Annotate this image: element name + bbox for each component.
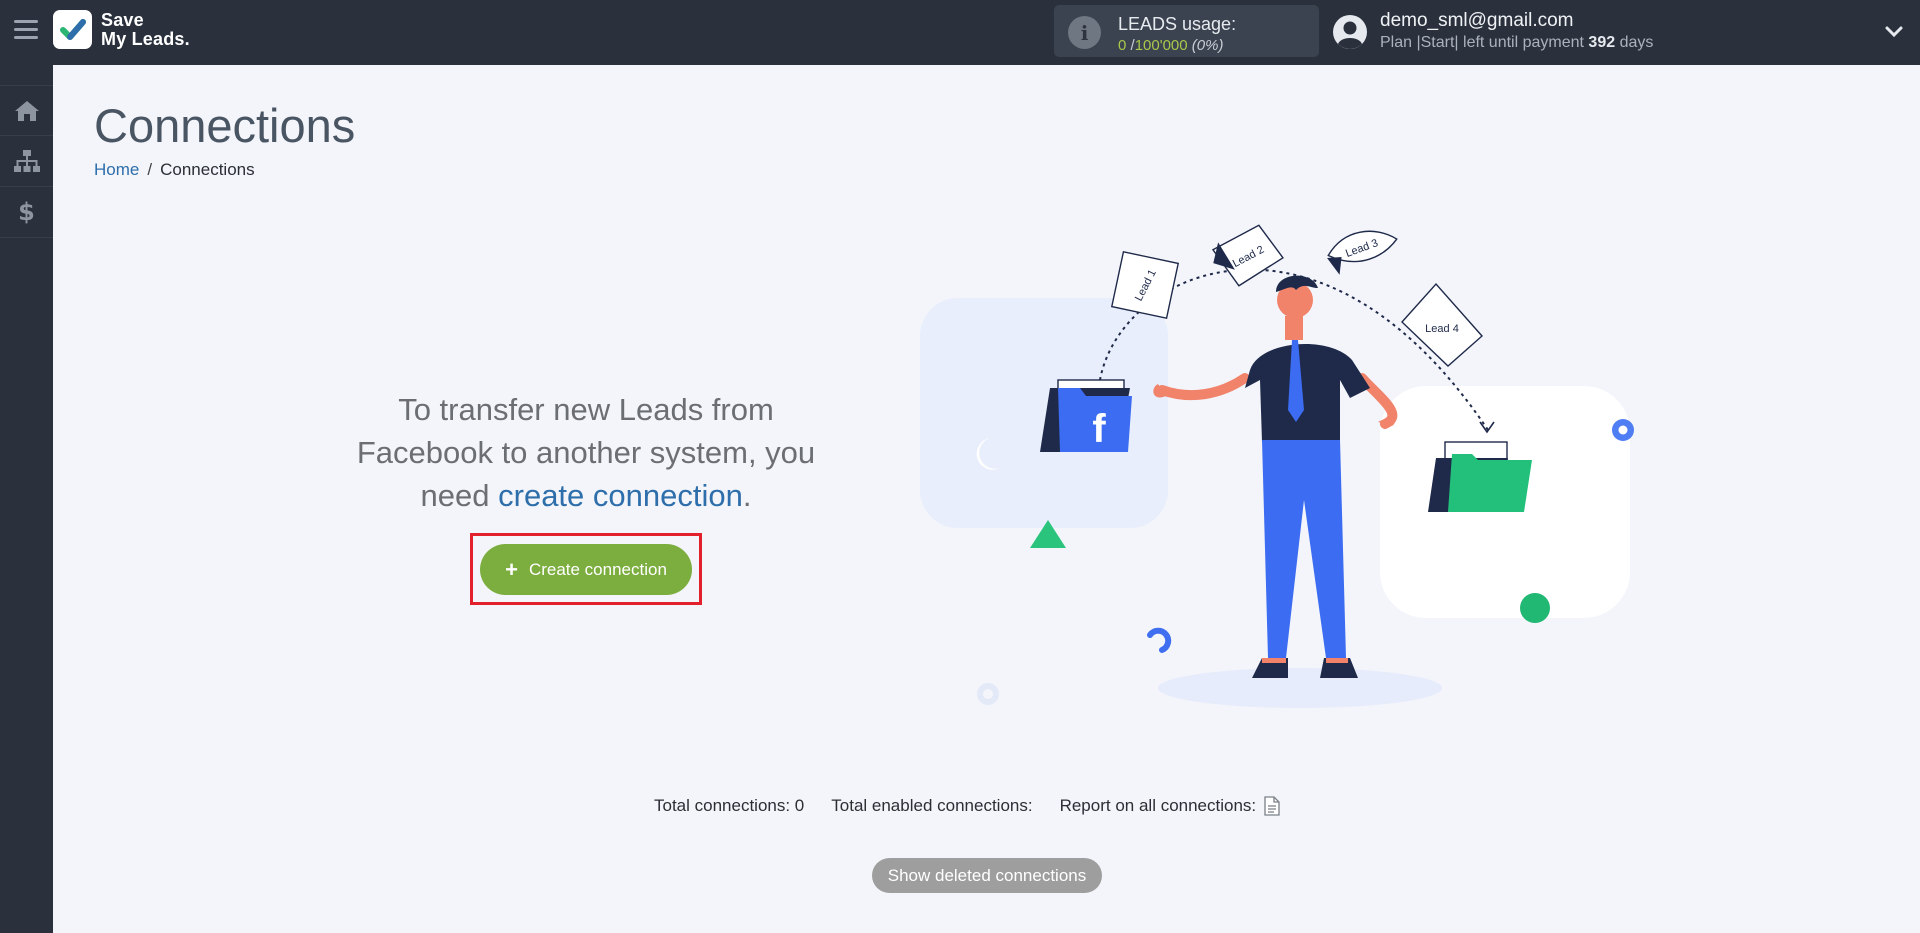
dollar-icon: $ (18, 198, 35, 226)
chevron-down-icon[interactable] (1883, 20, 1905, 42)
connections-illustration: Lead 1 Lead 2 Lead 3 Lead 4 f (920, 224, 1634, 708)
top-bar: Save My Leads. i LEADS usage: 0 /100'000… (0, 0, 1920, 65)
create-connection-button[interactable]: + Create connection (480, 544, 692, 595)
leads-usage-panel: i LEADS usage: 0 /100'000 (0%) (1054, 5, 1319, 57)
connection-stats: Total connections: 0 Total enabled conne… (654, 796, 1280, 816)
breadcrumb-home-link[interactable]: Home (94, 160, 139, 179)
total-connections: Total connections: 0 (654, 796, 805, 815)
user-email: demo_sml@gmail.com (1380, 10, 1574, 31)
usage-title: LEADS usage: (1118, 14, 1237, 34)
plus-icon: + (505, 556, 518, 582)
sitemap-icon (13, 150, 40, 172)
logo-check-icon (53, 10, 92, 49)
show-deleted-connections-button[interactable]: Show deleted connections (872, 858, 1102, 893)
user-avatar-icon[interactable] (1332, 14, 1368, 50)
logo-text: Save My Leads. (101, 9, 190, 49)
create-connection-link[interactable]: create connection (498, 478, 743, 513)
report-label: Report on all connections: (1059, 796, 1257, 815)
breadcrumb-separator: / (147, 160, 153, 179)
facebook-icon: f (1092, 407, 1106, 451)
sidebar-item-connections[interactable] (0, 136, 53, 187)
lead-4-label: Lead 4 (1425, 323, 1459, 335)
info-icon[interactable]: i (1068, 16, 1101, 49)
sidebar-item-billing[interactable]: $ (0, 187, 53, 238)
breadcrumb: Home / Connections (94, 160, 255, 180)
total-enabled-connections: Total enabled connections: (831, 796, 1033, 815)
empty-state-message: To transfer new Leads from Facebook to a… (356, 392, 816, 513)
usage-values: 0 /100'000 (0%) (1118, 37, 1224, 54)
sidebar: $ (0, 65, 53, 933)
page-title: Connections (94, 99, 356, 152)
sidebar-item-home[interactable] (0, 85, 53, 136)
menu-icon[interactable] (14, 20, 38, 42)
breadcrumb-current: Connections (160, 160, 255, 179)
user-plan: Plan |Start| left until payment 392 days (1380, 34, 1654, 51)
home-icon (14, 100, 39, 121)
logo[interactable]: Save My Leads. (53, 10, 190, 49)
report-document-icon[interactable] (1264, 796, 1280, 816)
